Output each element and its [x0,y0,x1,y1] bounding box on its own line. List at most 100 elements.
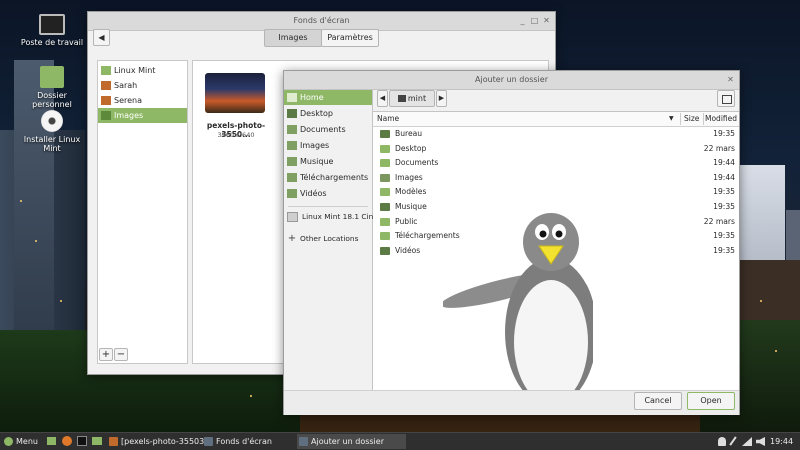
penguin-illustration [443,213,593,406]
sort-descending-icon: ▼ [669,115,674,122]
files-icon[interactable] [92,437,102,445]
source-item-images[interactable]: Images [98,108,187,123]
clock[interactable]: 19:44 [770,433,793,450]
pictures-folder-icon [380,173,390,182]
desktop-icon-label: Installer Linux Mint [23,135,81,153]
downloads-folder-icon [380,232,390,241]
desktop-icon-computer[interactable]: Poste de travail [17,14,87,47]
back-button[interactable]: ◀ [93,29,110,46]
chevron-left-icon: ◀ [379,94,386,102]
home-icon [398,95,406,102]
add-folder-dialog: Ajouter un dossier ✕ Home Desktop Docume… [283,70,740,415]
cancel-button[interactable]: Cancel [634,392,682,410]
folder-icon [101,111,111,120]
computer-icon [39,14,65,35]
folder-icon [380,144,390,153]
column-divider [680,113,681,125]
place-home[interactable]: Home [284,90,372,105]
path-back-button[interactable]: ◀ [377,90,388,107]
music-folder-icon [380,203,390,211]
new-folder-button[interactable] [717,90,735,107]
templates-folder-icon [380,188,390,197]
file-row[interactable]: Bureau 19:35 [373,127,739,142]
close-icon[interactable]: ✕ [542,16,551,25]
dialog-icon [299,437,308,446]
chevron-right-icon: ▶ [438,94,445,102]
user-icon[interactable] [718,437,726,446]
firefox-icon[interactable] [62,436,72,446]
pen-icon[interactable] [729,436,737,446]
music-folder-icon [287,157,297,166]
mint-logo-icon [4,437,13,446]
dialog-titlebar[interactable]: Ajouter un dossier ✕ [284,71,739,90]
place-desktop[interactable]: Desktop [284,106,372,121]
wallpaper-thumbnail[interactable] [205,73,265,113]
taskbar-item-image-viewer[interactable]: [pexels-photo-35503... [107,434,211,449]
desktop-icon-label: Poste de travail [20,38,84,47]
documents-folder-icon [287,125,297,134]
place-telechargements[interactable]: Téléchargements [284,170,372,185]
pictures-folder-icon [287,141,297,150]
desktop-icon-home[interactable]: Dossier personnel [17,66,87,109]
backgrounds-icon [204,437,213,446]
column-header-name[interactable]: Name [377,112,399,126]
volume-icon[interactable] [756,437,765,446]
path-forward-button[interactable]: ▶ [436,90,447,107]
home-folder-icon [40,66,64,88]
public-folder-icon [380,217,390,226]
home-icon [287,93,297,102]
desktop-icon-label: Dossier personnel [32,91,72,109]
penguin-left-pupil [539,230,547,238]
tab-parametres[interactable]: Paramètres [321,29,379,47]
place-videos[interactable]: Vidéos [284,186,372,201]
file-row[interactable]: Documents 19:44 [373,156,739,171]
place-device[interactable]: Linux Mint 18.1 Cin... [284,209,380,224]
maximize-icon[interactable]: □ [530,16,539,25]
file-row[interactable]: Desktop 22 mars [373,142,739,157]
file-list-header: Name ▼ Size Modified [373,112,739,127]
taskbar: Menu [pexels-photo-35503... Fonds d'écra… [0,432,800,450]
image-icon [101,96,111,105]
source-item-linux-mint[interactable]: Linux Mint [98,63,187,78]
place-images[interactable]: Images [284,138,372,153]
new-folder-icon [722,95,732,104]
arrow-left-icon: ◀ [98,33,105,42]
open-button[interactable]: Open [687,392,735,410]
tab-images[interactable]: Images [264,29,322,47]
thumbnail-size: 3960x2640 [217,131,255,139]
column-header-size[interactable]: Size [684,112,699,126]
source-item-sarah[interactable]: Sarah [98,78,187,93]
image-icon [101,81,111,90]
place-other-locations[interactable]: + Other Locations [284,231,372,246]
places-sidebar: Home Desktop Documents Images Musique Té… [284,90,380,390]
taskbar-item-add-folder[interactable]: Ajouter un dossier [297,434,406,449]
close-icon[interactable]: ✕ [726,75,735,84]
dialog-title: Ajouter un dossier [475,75,548,84]
documents-folder-icon [380,159,390,168]
source-list: Linux Mint Sarah Serena Images [97,60,188,364]
plus-icon: + [287,233,297,244]
place-documents[interactable]: Documents [284,122,372,137]
desktop-icon-install[interactable]: Installer Linux Mint [17,110,87,153]
desktop-folder-icon [380,130,390,138]
file-list: Name ▼ Size Modified Bureau 19:35 Deskto… [373,111,739,406]
videos-folder-icon [380,246,390,255]
penguin-belly [514,280,588,404]
taskbar-item-backgrounds[interactable]: Fonds d'écran [202,434,306,449]
desktop-folder-icon [287,109,297,118]
add-source-button[interactable]: + [99,348,113,361]
videos-folder-icon [287,189,297,198]
column-header-modified[interactable]: Modified [705,112,737,126]
image-viewer-icon [109,437,118,446]
path-button-home[interactable]: mint [389,90,435,107]
source-item-serena[interactable]: Serena [98,93,187,108]
remove-source-button[interactable]: − [114,348,128,361]
folder-icon [101,66,111,75]
window-title: Fonds d'écran [293,16,350,25]
network-icon[interactable] [742,437,752,446]
show-desktop-icon[interactable] [47,437,56,445]
place-musique[interactable]: Musique [284,154,372,169]
terminal-icon[interactable] [77,436,87,446]
penguin-right-pupil [555,230,563,238]
minimize-icon[interactable]: _ [518,16,527,25]
